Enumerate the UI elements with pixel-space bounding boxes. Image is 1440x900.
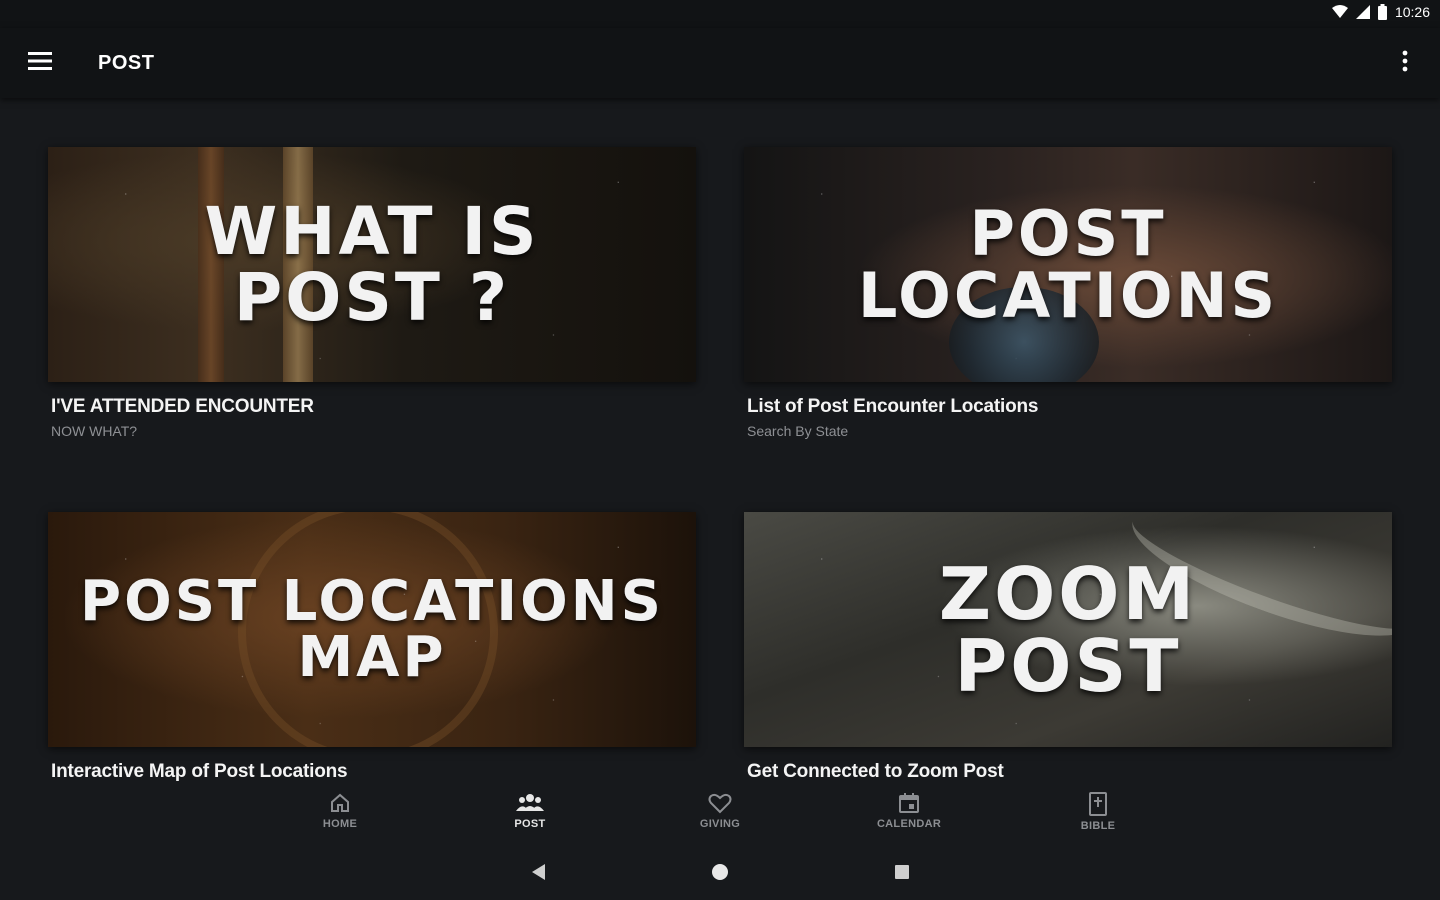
- home-button[interactable]: [708, 862, 732, 886]
- group-icon: [515, 792, 545, 814]
- card-zoom-post[interactable]: ZOOM POST Get Connected to Zoom Post: [744, 512, 1392, 783]
- nav-item-bible[interactable]: BIBLE: [1053, 792, 1143, 832]
- overflow-menu-button[interactable]: [1390, 46, 1420, 80]
- card-image-text: POST LOCATIONS: [857, 196, 1279, 332]
- card-post-locations-map[interactable]: POST LOCATIONS MAP Interactive Map of Po…: [48, 512, 696, 783]
- card-title: Get Connected to Zoom Post: [747, 761, 1004, 782]
- home-circle-icon: [711, 863, 729, 886]
- card-title: List of Post Encounter Locations: [747, 396, 1039, 417]
- nav-item-home[interactable]: HOME: [295, 792, 385, 830]
- card-image[interactable]: POST LOCATIONS MAP: [48, 512, 696, 747]
- calendar-icon: [898, 792, 920, 814]
- system-navigation-bar: [0, 848, 1440, 900]
- app-bar: POST: [0, 28, 1440, 98]
- signal-icon: [1355, 5, 1370, 19]
- card-image[interactable]: POST LOCATIONS: [744, 147, 1392, 382]
- card-image-text: POST LOCATIONS MAP: [80, 568, 664, 690]
- nav-label: GIVING: [699, 818, 741, 830]
- nav-label: BIBLE: [1080, 820, 1116, 832]
- card-image[interactable]: ZOOM POST: [744, 512, 1392, 747]
- nav-item-post[interactable]: POST: [485, 792, 575, 830]
- bottom-navigation: HOME POST GIVING CALENDAR BIBLE: [0, 786, 1440, 844]
- card-subtitle: NOW WHAT?: [51, 423, 138, 439]
- nav-label: HOME: [322, 818, 358, 830]
- back-button[interactable]: [527, 862, 551, 886]
- card-image-text: ZOOM POST: [938, 551, 1198, 708]
- recents-icon: [894, 864, 910, 885]
- nav-item-calendar[interactable]: CALENDAR: [864, 792, 954, 830]
- card-title: I'VE ATTENDED ENCOUNTER: [51, 396, 314, 417]
- menu-button[interactable]: [22, 48, 58, 78]
- status-time: 10:26: [1394, 4, 1430, 20]
- hamburger-icon: [28, 51, 52, 75]
- nav-label: CALENDAR: [876, 818, 942, 830]
- card-image-text: WHAT IS POST ?: [204, 192, 540, 336]
- nav-item-giving[interactable]: GIVING: [675, 792, 765, 830]
- nav-label: POST: [514, 818, 546, 830]
- card-title: Interactive Map of Post Locations: [51, 761, 348, 782]
- card-post-locations[interactable]: POST LOCATIONS List of Post Encounter Lo…: [744, 147, 1392, 439]
- home-icon: [329, 792, 351, 814]
- card-image[interactable]: WHAT IS POST ?: [48, 147, 696, 382]
- status-icons: 10:26: [1331, 4, 1430, 20]
- bible-icon: [1088, 792, 1108, 816]
- wifi-icon: [1331, 5, 1348, 19]
- page-title: POST: [98, 52, 155, 74]
- battery-icon: [1377, 4, 1387, 20]
- card-what-is-post[interactable]: WHAT IS POST ? I'VE ATTENDED ENCOUNTER N…: [48, 147, 696, 439]
- back-icon: [532, 863, 546, 885]
- more-vert-icon: [1402, 50, 1408, 77]
- card-subtitle: Search By State: [747, 423, 849, 439]
- recents-button[interactable]: [890, 862, 914, 886]
- heart-icon: [708, 792, 732, 814]
- status-bar: 10:26: [0, 0, 1440, 28]
